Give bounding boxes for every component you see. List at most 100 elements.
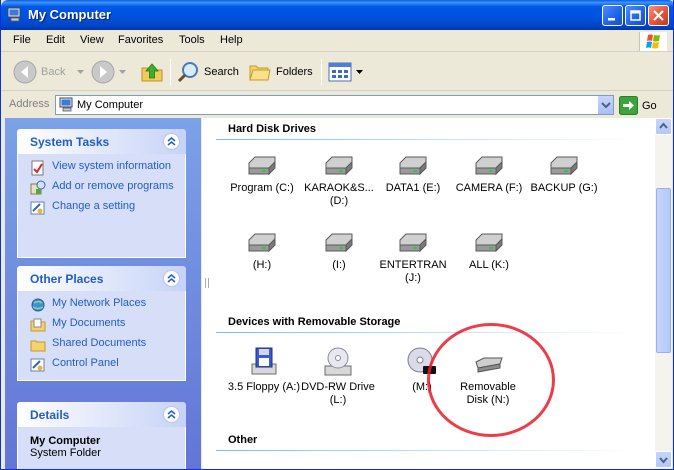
my-computer-icon [59, 97, 73, 112]
menu-bar: File Edit View Favorites Tools Help [1, 30, 673, 52]
drive-label: DVD-RW Drive (L:) [301, 381, 375, 406]
task-label: View system information [52, 160, 172, 172]
annotation-circle [427, 323, 555, 437]
windows-logo-icon [639, 32, 667, 51]
hard-drive-item[interactable]: (H:) [224, 230, 300, 272]
dvd-drive-icon [324, 347, 352, 376]
network-places-icon [31, 298, 45, 312]
dropdown-arrow-icon [356, 70, 363, 74]
maximize-button[interactable] [625, 5, 646, 26]
hard-drive-icon [325, 233, 353, 253]
place-my-documents[interactable]: My Documents [30, 317, 177, 333]
up-folder-button[interactable] [140, 58, 164, 86]
maximize-icon [630, 10, 641, 21]
task-label: Change a setting [52, 200, 136, 212]
task-add-remove-programs[interactable]: Add or remove programs [30, 180, 177, 196]
address-bar: Address My Computer Go [1, 92, 673, 117]
back-arrow-icon [13, 60, 37, 84]
menu-favorites[interactable]: Favorites [118, 34, 163, 46]
folders-button[interactable]: Folders [248, 58, 313, 86]
menu-help[interactable]: Help [220, 34, 243, 46]
my-documents-icon [30, 318, 46, 332]
task-view-system-information[interactable]: View system information [30, 160, 177, 176]
control-panel-icon [30, 358, 45, 372]
search-icon [177, 62, 198, 83]
go-button[interactable]: Go [619, 96, 657, 115]
hard-drive-item[interactable]: Program (C:) [224, 153, 300, 195]
drive-label: KARAOK&S... (D:) [304, 182, 374, 207]
views-button[interactable] [328, 58, 364, 86]
scroll-up-button[interactable] [655, 118, 672, 135]
menu-view[interactable]: View [80, 34, 104, 46]
place-control-panel[interactable]: Control Panel [30, 357, 177, 373]
scroll-down-button[interactable] [655, 451, 672, 468]
address-field[interactable]: My Computer [55, 95, 614, 115]
hard-drive-item[interactable]: CAMERA (F:) [451, 153, 527, 195]
task-pane: System Tasks View system information Add… [5, 118, 201, 469]
hard-drive-item[interactable]: DATA1 (E:) [375, 153, 451, 195]
forward-arrow-icon [91, 60, 115, 84]
menu-file[interactable]: File [13, 34, 31, 46]
drive-label: (H:) [252, 259, 272, 271]
menu-edit[interactable]: Edit [46, 34, 65, 46]
details-title: Details [30, 408, 70, 422]
details-body: My Computer System Folder [17, 427, 186, 469]
hard-drive-icon [550, 156, 578, 176]
title-bar[interactable]: My Computer [1, 0, 673, 30]
hard-drive-item[interactable]: BACKUP (G:) [526, 153, 602, 195]
details-name: My Computer [30, 435, 101, 447]
standard-toolbar: Back Search Folders [1, 53, 673, 91]
hard-drive-icon [248, 233, 276, 253]
address-label: Address [9, 98, 50, 110]
pane-splitter[interactable] [201, 118, 214, 469]
group-divider [216, 450, 636, 451]
search-button[interactable]: Search [176, 58, 239, 86]
drive-label: CAMERA (F:) [455, 182, 523, 194]
hard-drive-icon [325, 156, 353, 176]
system-tasks-header[interactable]: System Tasks [17, 129, 186, 154]
address-dropdown-button[interactable] [597, 96, 613, 114]
shared-folder-icon [30, 340, 46, 352]
folders-label: Folders [276, 66, 313, 78]
hard-drive-item[interactable]: KARAOK&S... (D:) [301, 153, 377, 208]
chevron-down-icon [601, 102, 611, 109]
minimize-icon [608, 18, 615, 21]
forward-button[interactable] [91, 58, 127, 86]
place-shared-documents[interactable]: Shared Documents [30, 337, 177, 353]
drive-label: 3.5 Floppy (A:) [227, 381, 301, 393]
hard-drive-item[interactable]: ENTERTRAN (J:) [375, 230, 451, 285]
back-button[interactable]: Back [13, 58, 85, 86]
collapse-chevron-icon[interactable] [163, 406, 180, 423]
scroll-thumb[interactable] [656, 188, 671, 353]
collapse-chevron-icon[interactable] [163, 270, 180, 287]
group-title-removable-storage: Devices with Removable Storage [228, 316, 401, 328]
drive-dvd-l[interactable]: DVD-RW Drive (L:) [300, 346, 376, 407]
system-tasks-panel: System Tasks View system information Add… [17, 129, 186, 258]
hard-drive-icon [399, 233, 427, 253]
drive-label: Program (C:) [230, 182, 294, 194]
group-title-other: Other [228, 434, 258, 446]
chevron-down-icon [659, 457, 668, 464]
drive-label: ENTERTRAN (J:) [379, 259, 447, 284]
group-divider [216, 332, 636, 333]
place-my-network-places[interactable]: My Network Places [30, 297, 177, 313]
drive-label: (I:) [332, 259, 346, 271]
menu-tools[interactable]: Tools [179, 34, 205, 46]
details-header[interactable]: Details [17, 402, 186, 427]
drives-view: Hard Disk Drives Program (C:) KARAOK&S...… [214, 118, 655, 469]
vertical-scrollbar[interactable] [655, 118, 672, 469]
task-change-setting[interactable]: Change a setting [30, 200, 177, 216]
views-icon [328, 62, 352, 82]
drive-floppy-a[interactable]: 3.5 Floppy (A:) [226, 346, 302, 394]
hard-drive-item[interactable]: ALL (K:) [451, 230, 527, 272]
go-label: Go [642, 99, 657, 112]
other-places-panel: Other Places My Network Places My Docume… [17, 266, 186, 381]
hard-drive-item[interactable]: (I:) [301, 230, 377, 272]
minimize-button[interactable] [602, 5, 623, 26]
other-places-header[interactable]: Other Places [17, 266, 186, 291]
go-arrow-icon [619, 96, 638, 115]
hard-drive-icon [399, 156, 427, 176]
collapse-chevron-icon[interactable] [163, 133, 180, 150]
hard-drive-icon [475, 156, 503, 176]
close-button[interactable] [648, 5, 669, 26]
